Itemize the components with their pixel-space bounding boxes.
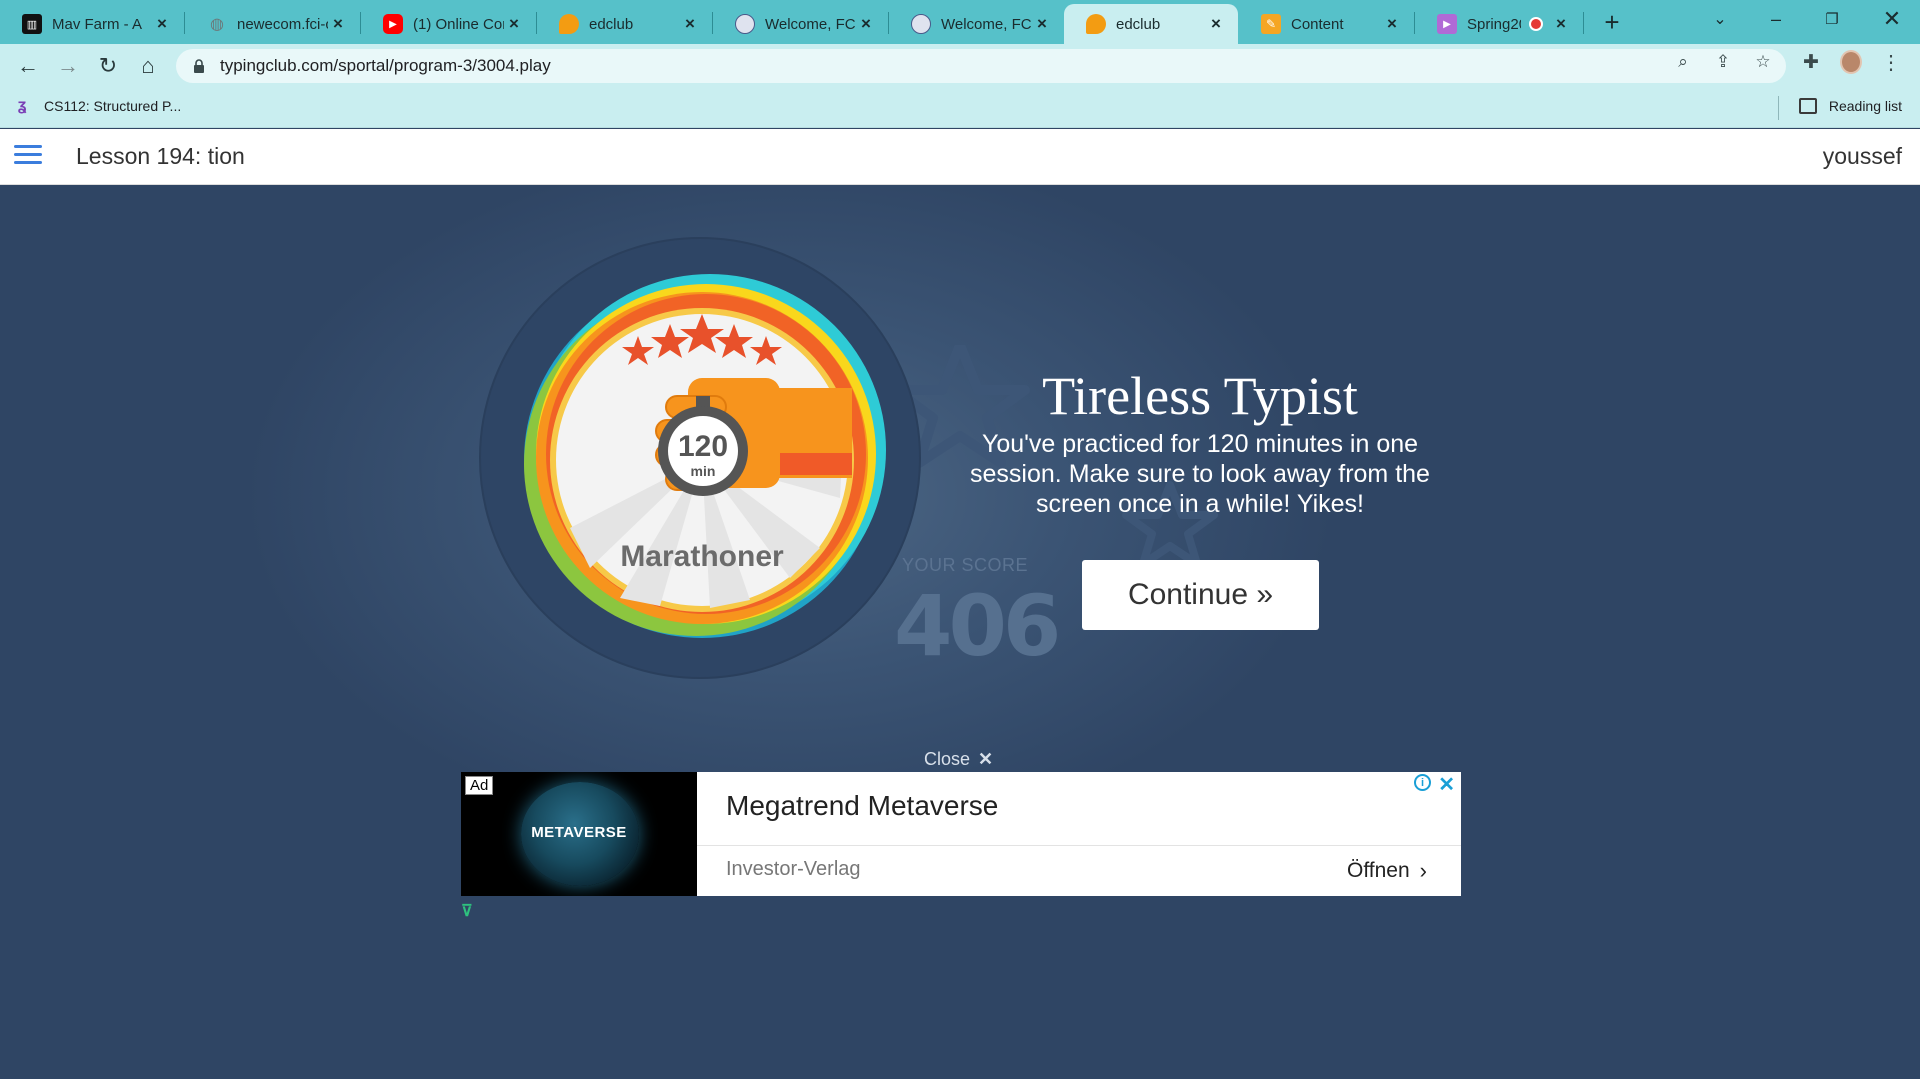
tab-newecom[interactable]: ◍ newecom.fci-c × xyxy=(185,4,360,44)
lesson-title: Lesson 194: tion xyxy=(76,143,245,169)
divider xyxy=(697,845,1461,846)
edclub-icon xyxy=(1086,14,1106,34)
achievement-description: You've practiced for 120 minutes in one … xyxy=(970,430,1430,518)
close-ad-button[interactable]: Close ✕ xyxy=(924,749,993,770)
tab-welcome-fci-1[interactable]: Welcome, FCI × xyxy=(713,4,888,44)
menu-kebab-icon[interactable]: ⋮ xyxy=(1880,51,1902,74)
browser-tab-strip: ▥ Mav Farm - A × ◍ newecom.fci-c × ▶ (1)… xyxy=(0,0,1920,44)
bookmark-star-icon[interactable]: ☆ xyxy=(1752,51,1774,73)
ad-open-button[interactable]: Öffnen › xyxy=(1347,858,1427,884)
lock-icon xyxy=(194,59,204,73)
window-close-icon[interactable]: ✕ xyxy=(1864,0,1920,38)
tab-title: edclub xyxy=(589,15,634,33)
reading-list-label: Reading list xyxy=(1828,98,1902,114)
tab-separator xyxy=(1583,12,1584,34)
tab-search-icon[interactable]: ⌄ xyxy=(1692,0,1748,38)
close-icon[interactable]: × xyxy=(1551,14,1571,34)
globe-icon: ◍ xyxy=(210,16,224,33)
ad-open-label: Öffnen xyxy=(1347,859,1410,882)
reading-list-button[interactable]: Reading list xyxy=(1798,98,1902,114)
tab-title: (1) Online Cor xyxy=(413,15,504,33)
close-icon[interactable]: × xyxy=(152,14,172,34)
tab-spring[interactable]: ▶ Spring202 × xyxy=(1415,4,1583,44)
ad-provider-icon[interactable]: ⊽ xyxy=(461,901,473,921)
username[interactable]: youssef xyxy=(1823,143,1902,170)
tab-title: Spring202 xyxy=(1467,15,1521,33)
bookmark-cs112[interactable]: ʓ CS112: Structured P... xyxy=(18,97,181,115)
reading-list-icon xyxy=(1798,98,1817,114)
tab-edclub-1[interactable]: edclub × xyxy=(537,4,712,44)
hamburger-menu-icon[interactable] xyxy=(14,143,42,167)
youtube-icon: ▶ xyxy=(383,14,403,34)
ad-info-icon[interactable]: i xyxy=(1414,774,1431,791)
bookmark-label: CS112: Structured P... xyxy=(44,98,182,114)
score-label: YOUR SCORE xyxy=(902,555,1029,575)
tab-welcome-fci-2[interactable]: Welcome, FCI × xyxy=(889,4,1064,44)
zoom-icon[interactable]: ⌕ xyxy=(1672,51,1694,73)
close-icon[interactable]: × xyxy=(856,14,876,34)
close-icon[interactable]: × xyxy=(1206,14,1226,34)
lesson-header: Lesson 194: tion youssef xyxy=(0,129,1920,185)
seal-icon xyxy=(911,14,931,34)
marathoner-badge: 120 min Marathoner xyxy=(479,237,921,679)
tab-title: Welcome, FCI xyxy=(765,15,856,33)
forward-icon[interactable]: → xyxy=(52,50,84,82)
tab-title: Mav Farm - A xyxy=(52,15,143,33)
edclub-icon xyxy=(559,14,579,34)
ad-close-icon[interactable]: ✕ xyxy=(1438,772,1455,797)
ad-badge: Ad xyxy=(465,776,494,795)
close-icon[interactable]: × xyxy=(680,14,700,34)
address-bar[interactable]: typingclub.com/sportal/program-3/3004.pl… xyxy=(176,49,1786,83)
advertisement[interactable]: METAVERSE Ad Megatrend Metaverse Investo… xyxy=(461,772,1461,896)
ad-source: Investor-Verlag xyxy=(726,858,861,880)
browser-toolbar: ← → ↻ ⌂ typingclub.com/sportal/program-3… xyxy=(0,44,1920,88)
back-icon[interactable]: ← xyxy=(12,50,44,82)
tab-title: Welcome, FCI xyxy=(941,15,1032,33)
badge-unit: min xyxy=(691,463,716,479)
divider xyxy=(1778,96,1779,120)
continue-button[interactable]: Continue » xyxy=(1082,560,1319,630)
badge-number: 120 xyxy=(678,430,728,463)
play-icon: ▶ xyxy=(1437,14,1457,34)
tab-title: edclub xyxy=(1116,15,1161,33)
achievement-panel: 120 min Marathoner YOUR SCORE 406 Tirele… xyxy=(0,185,1920,1079)
tab-mav-farm[interactable]: ▥ Mav Farm - A × xyxy=(0,4,184,44)
close-ad-label: Close xyxy=(924,749,971,769)
close-icon[interactable]: × xyxy=(504,14,524,34)
tab-title: Content xyxy=(1291,15,1344,33)
extensions-icon[interactable]: ✚ xyxy=(1800,51,1822,73)
share-icon[interactable]: ⇪ xyxy=(1712,51,1734,73)
close-icon[interactable]: × xyxy=(1382,14,1402,34)
bookmarks-bar: ʓ CS112: Structured P... Reading list xyxy=(0,88,1920,128)
ad-image[interactable]: METAVERSE Ad xyxy=(461,772,697,896)
minimize-icon[interactable]: – xyxy=(1748,0,1804,38)
bookmark-favicon-icon: ʓ xyxy=(18,97,27,114)
reload-icon[interactable]: ↻ xyxy=(92,50,124,82)
url-text: typingclub.com/sportal/program-3/3004.pl… xyxy=(220,56,551,75)
pencil-icon: ✎ xyxy=(1261,14,1281,34)
recording-icon xyxy=(1529,17,1543,31)
tab-title: newecom.fci-c xyxy=(237,15,328,33)
achievement-title: Tireless Typist xyxy=(1042,366,1358,426)
tab-edclub-active[interactable]: edclub × xyxy=(1064,4,1238,44)
ad-image-text: METAVERSE xyxy=(531,824,627,841)
close-icon: ✕ xyxy=(978,749,994,769)
ad-headline[interactable]: Megatrend Metaverse xyxy=(726,790,998,822)
home-icon[interactable]: ⌂ xyxy=(132,50,164,82)
close-icon[interactable]: × xyxy=(328,14,348,34)
restore-icon[interactable]: ❐ xyxy=(1804,0,1860,38)
close-icon[interactable]: × xyxy=(1032,14,1052,34)
new-tab-button[interactable]: + xyxy=(1598,7,1626,37)
score-value: 406 xyxy=(894,577,1061,675)
avatar[interactable] xyxy=(1840,50,1862,74)
badge-name: Marathoner xyxy=(620,540,784,573)
tab-youtube[interactable]: ▶ (1) Online Cor × xyxy=(361,4,536,44)
seal-icon xyxy=(735,14,755,34)
chevron-right-icon: › xyxy=(1419,858,1427,883)
grid-icon: ▥ xyxy=(22,14,42,34)
tab-content[interactable]: ✎ Content × xyxy=(1239,4,1414,44)
